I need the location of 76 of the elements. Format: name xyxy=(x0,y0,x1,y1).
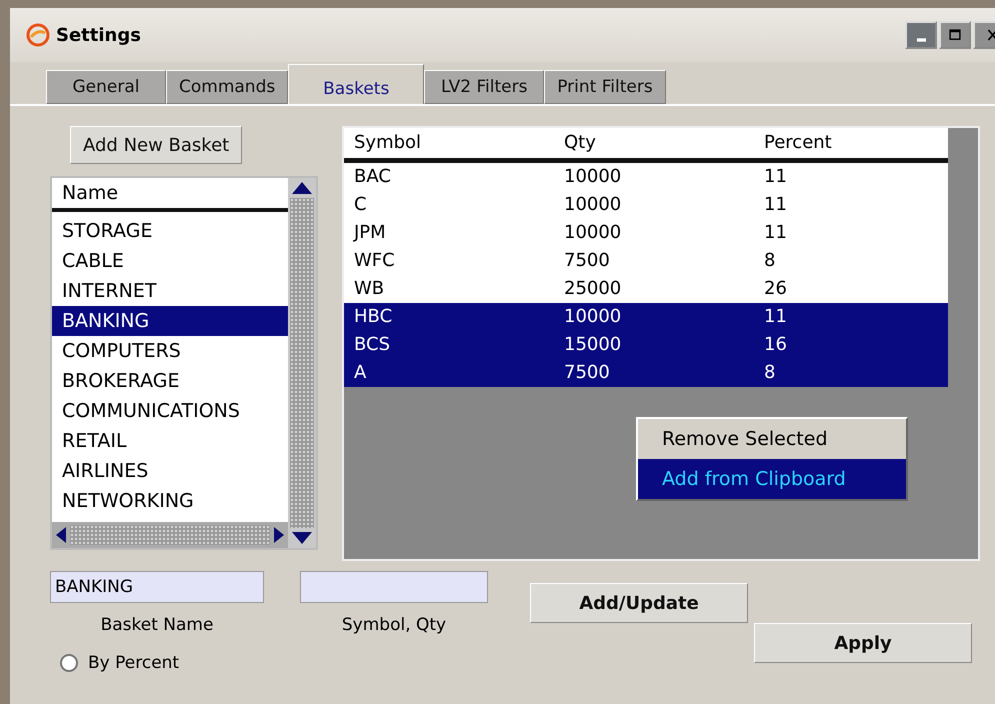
tab[interactable]: General xyxy=(46,70,166,104)
up-arrow-icon xyxy=(292,182,312,194)
table-row[interactable]: C 10000 11 xyxy=(344,191,948,219)
table-cell-text: 10000 xyxy=(563,305,622,329)
left-arrow-icon xyxy=(56,527,66,543)
down-arrow-icon xyxy=(292,532,312,544)
table-cell-text: 25000 xyxy=(563,277,622,301)
tab[interactable]: Print Filters xyxy=(544,70,666,104)
add-basket-button[interactable]: Add New Basket xyxy=(70,126,242,164)
table-cell-text: WFC xyxy=(353,249,396,273)
add-update-button[interactable]: Add/Update xyxy=(530,583,748,623)
field-label: Basket Name xyxy=(100,615,214,635)
list-item[interactable]: COMPUTERS xyxy=(52,336,288,366)
menu-item[interactable]: Add from Clipboard xyxy=(638,459,906,499)
symbol-qty-field[interactable] xyxy=(300,571,488,603)
table-cell-text: HBC xyxy=(353,305,394,329)
table-cell-text: 26 xyxy=(763,277,788,301)
tab[interactable]: Baskets xyxy=(288,64,424,104)
apply-button[interactable]: Apply xyxy=(754,623,972,663)
table-cell-text: 7500 xyxy=(563,361,611,385)
table-cell-text: 11 xyxy=(763,305,788,329)
table-cell-text: WB xyxy=(353,277,386,301)
logo-icon xyxy=(26,23,50,47)
menu-item[interactable]: Remove Selected xyxy=(638,419,906,459)
minimize-icon xyxy=(916,38,926,42)
table-cell-text: 10000 xyxy=(563,221,622,245)
table-cell-text: 11 xyxy=(763,193,788,217)
table-cell-text: 15000 xyxy=(563,333,622,357)
list-item[interactable]: BANKING xyxy=(52,306,288,336)
table-cell-text: C xyxy=(353,193,368,217)
table-cell-text: 10000 xyxy=(563,193,622,217)
table-row[interactable]: A 7500 8 xyxy=(344,359,948,387)
column-header[interactable]: Qty xyxy=(554,128,754,158)
table-cell-text: 11 xyxy=(763,221,788,245)
list-item[interactable]: COMMUNICATIONS xyxy=(52,396,288,426)
table-row[interactable]: WFC 7500 8 xyxy=(344,247,948,275)
table-cell-text: 11 xyxy=(763,165,788,189)
table-cell-text: BCS xyxy=(353,333,392,357)
radio-button[interactable] xyxy=(60,654,78,672)
table-cell-text: 8 xyxy=(763,249,776,273)
window-title: Settings xyxy=(56,24,141,46)
table-row[interactable]: WB 25000 26 xyxy=(344,275,948,303)
scroll-thumb[interactable] xyxy=(70,525,270,545)
right-arrow-icon xyxy=(274,527,284,543)
table-row[interactable]: JPM 10000 11 xyxy=(344,219,948,247)
maximize-icon xyxy=(948,28,962,42)
maximize-button[interactable] xyxy=(939,21,971,49)
close-button[interactable] xyxy=(973,21,995,49)
basket-name-field[interactable]: BANKING xyxy=(50,571,264,603)
list-item[interactable]: INTERNET xyxy=(52,276,288,306)
table-cell-text: BAC xyxy=(353,165,392,189)
table-cell-text: A xyxy=(353,361,368,385)
table-cell-text: 16 xyxy=(763,333,788,357)
table-cell-text: 7500 xyxy=(563,249,611,273)
list-item[interactable]: CABLE xyxy=(52,246,288,276)
table-row[interactable]: HBC 10000 11 xyxy=(344,303,948,331)
list-item[interactable]: AIRLINES xyxy=(52,456,288,486)
tab[interactable]: Commands xyxy=(166,70,288,104)
list-item[interactable]: STORAGE xyxy=(52,216,288,246)
minimize-button[interactable] xyxy=(905,21,937,49)
table-cell-text: JPM xyxy=(352,221,387,245)
radio-label: By Percent xyxy=(88,653,180,673)
list-item[interactable]: BROKERAGE xyxy=(52,366,288,396)
column-header[interactable]: Percent xyxy=(754,128,948,158)
column-header[interactable]: Symbol xyxy=(344,128,554,158)
list-item[interactable]: NETWORKING xyxy=(52,486,288,516)
tab[interactable]: LV2 Filters xyxy=(424,70,544,104)
horizontal-scrollbar[interactable] xyxy=(52,522,288,548)
table-cell-text: 8 xyxy=(763,361,776,385)
table-cell-text: 10000 xyxy=(563,165,622,189)
table-row[interactable]: BCS 15000 16 xyxy=(344,331,948,359)
close-icon xyxy=(987,28,995,42)
vertical-scrollbar[interactable] xyxy=(288,178,316,548)
list-item[interactable]: RETAIL xyxy=(52,426,288,456)
table-row[interactable]: BAC 10000 11 xyxy=(344,163,948,191)
field-label: Symbol, Qty xyxy=(342,615,446,635)
